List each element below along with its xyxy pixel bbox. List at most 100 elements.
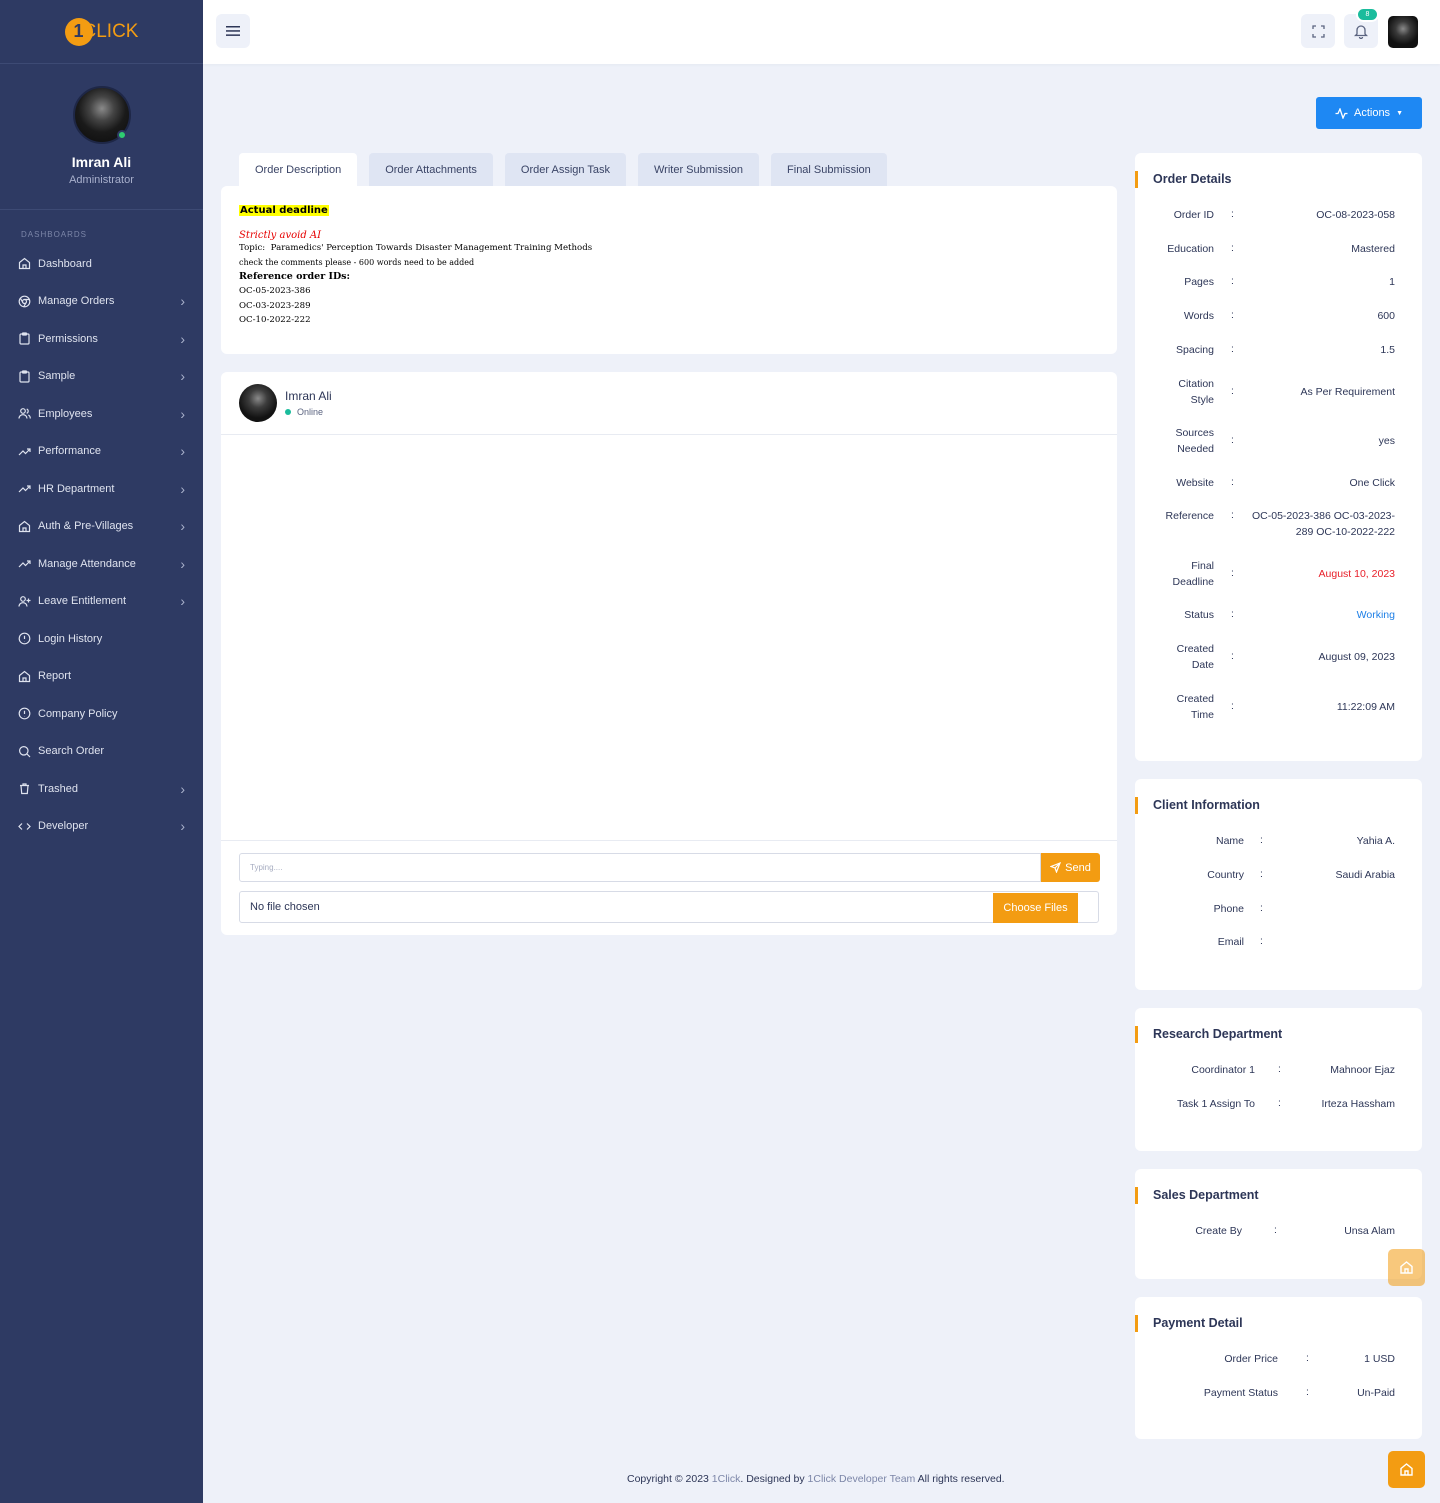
detail-row: Website: One Click xyxy=(1135,476,1395,508)
detail-label: Status xyxy=(1184,609,1214,621)
choose-files-button[interactable]: Choose Files xyxy=(993,893,1078,923)
sidebar-item-label: Manage Orders xyxy=(38,295,115,308)
detail-separator: : xyxy=(1278,1097,1281,1109)
detail-separator: : xyxy=(1274,1224,1277,1236)
chevron-right-icon: › xyxy=(180,780,185,797)
bell-icon xyxy=(1354,24,1368,39)
sidebar-item-manage-attendance[interactable]: Manage Attendance › xyxy=(0,545,203,583)
detail-separator: : xyxy=(1231,608,1234,620)
detail-row: Order ID: OC-08-2023-058 xyxy=(1135,208,1395,240)
chat-status-text: Online xyxy=(297,407,324,417)
floating-home-button[interactable] xyxy=(1388,1249,1425,1286)
footer-copyright: Copyright © 2023 xyxy=(627,1473,712,1485)
message-input[interactable]: Typing.... xyxy=(239,853,1041,882)
detail-row: Create By: Unsa Alam xyxy=(1135,1224,1395,1256)
sidebar-item-permissions[interactable]: Permissions › xyxy=(0,320,203,358)
chat-messages[interactable] xyxy=(221,435,1117,840)
sidebar-item-sample[interactable]: Sample › xyxy=(0,358,203,396)
avatar[interactable] xyxy=(72,86,131,144)
order-description-panel: Actual deadline Strictly avoid AI Topic:… xyxy=(221,186,1117,354)
detail-separator: : xyxy=(1231,385,1234,397)
chevron-right-icon: › xyxy=(180,480,185,497)
card-title: Research Department xyxy=(1135,1026,1282,1043)
detail-row: Status: Working xyxy=(1135,608,1395,640)
sidebar-item-company-policy[interactable]: Company Policy xyxy=(0,695,203,733)
sidebar-item-trashed[interactable]: Trashed › xyxy=(0,770,203,808)
detail-value: One Click xyxy=(1349,477,1395,489)
detail-row: Pages: 1 xyxy=(1135,275,1395,307)
detail-separator: : xyxy=(1231,700,1234,712)
file-status: No file chosen xyxy=(250,901,320,913)
alert-circle-icon xyxy=(18,632,31,645)
footer-brand-link[interactable]: 1Click xyxy=(712,1473,741,1485)
detail-row: Country: Saudi Arabia xyxy=(1135,868,1395,900)
research-department-card: Research Department Coordinator 1: Mahnoo… xyxy=(1135,1008,1422,1151)
detail-row: Reference: OC-05-2023-386 OC-03-2023-289 … xyxy=(1135,509,1395,541)
detail-row: Email: xyxy=(1135,935,1395,967)
detail-row: Name: Yahia A. xyxy=(1135,834,1395,866)
caret-down-icon: ▼ xyxy=(1396,109,1403,117)
chat-status: Online xyxy=(285,407,332,417)
sidebar-item-report[interactable]: Report xyxy=(0,658,203,696)
clipboard-icon xyxy=(18,332,31,345)
user-role: Administrator xyxy=(69,174,134,186)
detail-value: 600 xyxy=(1377,310,1395,322)
trending-up-icon xyxy=(18,445,31,458)
sidebar-item-hr-department[interactable]: HR Department › xyxy=(0,470,203,508)
notifications-button[interactable]: 8 xyxy=(1344,7,1379,48)
sidebar-item-auth-pre-villages[interactable]: Auth & Pre-Villages › xyxy=(0,508,203,546)
tab-order-assign-task[interactable]: Order Assign Task xyxy=(504,153,626,187)
sidebar-item-manage-orders[interactable]: Manage Orders › xyxy=(0,283,203,321)
file-input[interactable]: No file chosen Choose Files xyxy=(239,891,1099,923)
sidebar-item-employees[interactable]: Employees › xyxy=(0,395,203,433)
sidebar-item-developer[interactable]: Developer › xyxy=(0,808,203,846)
sidebar-item-dashboard[interactable]: Dashboard xyxy=(0,245,203,283)
client-information-card: Client Information Name: Yahia A. Country:… xyxy=(1135,779,1422,990)
detail-value: Mahnoor Ejaz xyxy=(1330,1064,1395,1076)
chevron-right-icon: › xyxy=(180,405,185,422)
detail-label: Email xyxy=(1217,936,1244,948)
logo[interactable]: 1 CLICK xyxy=(0,0,203,64)
detail-row: Created Time: 11:22:09 AM xyxy=(1135,692,1395,724)
floating-home-button[interactable] xyxy=(1388,1451,1425,1488)
detail-label: Task 1 Assign To xyxy=(1176,1098,1255,1110)
sidebar-item-performance[interactable]: Performance › xyxy=(0,433,203,471)
detail-separator: : xyxy=(1231,476,1234,488)
detail-separator: : xyxy=(1306,1352,1309,1364)
detail-label: Words xyxy=(1183,310,1214,322)
sidebar-item-login-history[interactable]: Login History xyxy=(0,620,203,658)
detail-label: Country xyxy=(1207,869,1244,881)
send-icon xyxy=(1050,862,1062,873)
online-indicator xyxy=(116,130,127,140)
chrome-icon xyxy=(18,295,31,308)
menu-toggle-button[interactable] xyxy=(216,14,250,48)
fullscreen-button[interactable] xyxy=(1301,14,1335,48)
sidebar-item-label: Dashboard xyxy=(38,257,92,270)
tab-order-description[interactable]: Order Description xyxy=(239,153,358,187)
footer: Copyright © 2023 1Click. Designed by 1Cl… xyxy=(627,1473,1005,1485)
tab-order-attachments[interactable]: Order Attachments xyxy=(369,153,493,187)
detail-label: Created Time xyxy=(1176,693,1214,721)
detail-label: Pages xyxy=(1184,276,1214,288)
ref-item: OC-10-2022-222 xyxy=(239,315,311,325)
notification-badge: 8 xyxy=(1356,7,1379,22)
order-details-card: Order Details Order ID: OC-08-2023-058 Edu… xyxy=(1135,153,1422,761)
tab-writer-submission[interactable]: Writer Submission xyxy=(637,153,760,187)
sidebar-item-label: Trashed xyxy=(38,782,78,795)
detail-row: Created Date: August 09, 2023 xyxy=(1135,642,1395,674)
sidebar-item-leave-entitlement[interactable]: Leave Entitlement › xyxy=(0,583,203,621)
actions-button[interactable]: Actions ▼ xyxy=(1316,97,1422,129)
sales-department-card: Sales Department Create By: Unsa Alam xyxy=(1135,1169,1422,1279)
sidebar-menu: Dashboard Manage Orders › Permissions › Sampl… xyxy=(0,245,203,845)
chat-header: Imran Ali Online xyxy=(221,372,1117,435)
sidebar-item-label: Sample xyxy=(38,370,76,383)
detail-label: Create By xyxy=(1195,1225,1242,1237)
detail-row: Citation Style: As Per Requirement xyxy=(1135,377,1395,409)
sidebar-item-search-order[interactable]: Search Order xyxy=(0,733,203,771)
detail-separator: : xyxy=(1231,275,1234,287)
tab-final-submission[interactable]: Final Submission xyxy=(771,153,887,187)
top-avatar[interactable] xyxy=(1388,16,1418,48)
send-button[interactable]: Send xyxy=(1041,853,1100,882)
footer-team-link[interactable]: 1Click Developer Team xyxy=(808,1473,916,1485)
detail-row: Final Deadline: August 10, 2023 xyxy=(1135,559,1395,591)
